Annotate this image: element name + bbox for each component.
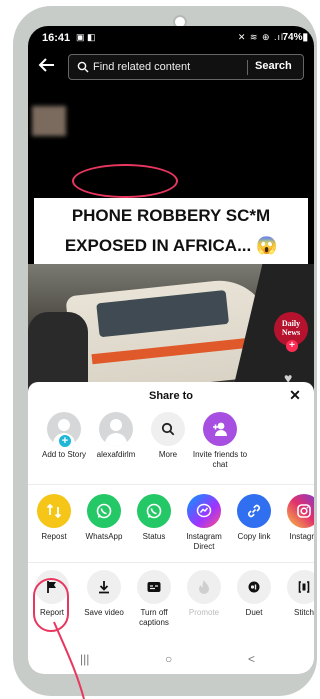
divider <box>28 562 314 563</box>
flame-icon <box>187 570 221 604</box>
logo-text-daily: Daily <box>281 319 301 328</box>
signal-icons: ✕ ≋ ⊕ .ıl <box>237 32 284 42</box>
share-item-label: Copy link <box>237 532 271 541</box>
share-item-label: More <box>158 450 178 459</box>
share-item-label: Instagra <box>289 532 314 541</box>
notification-icons: ▣ ◧ <box>76 32 96 42</box>
share-item-promote[interactable]: Promote <box>176 570 232 618</box>
bus-stripe <box>91 337 252 365</box>
blurred-face <box>32 106 66 136</box>
plus-badge-icon: + <box>58 434 72 448</box>
share-item-invite[interactable]: Invite friends to chat <box>192 412 248 469</box>
share-sheet-title: Share to <box>148 390 193 402</box>
share-item-instagram[interactable]: Instagra <box>276 494 314 542</box>
whatsapp-status-icon <box>137 494 171 528</box>
annotation-ellipse <box>72 164 178 198</box>
share-item-label: Duet <box>245 608 263 617</box>
video-title-line-1: PHONE ROBBERY SC*M <box>71 206 271 225</box>
repost-icon <box>37 494 71 528</box>
captions-icon <box>137 570 171 604</box>
avatar-icon <box>99 412 133 446</box>
share-item-label: Turn off captions <box>139 608 169 627</box>
share-item-label: Save video <box>84 608 124 617</box>
share-item-duet[interactable]: Duet <box>226 570 282 618</box>
search-icon <box>151 412 185 446</box>
system-nav-bar: ||| ○ < <box>28 648 314 674</box>
search-icon <box>77 61 89 73</box>
back-button[interactable]: < <box>248 652 255 666</box>
share-item-label: Stitch <box>293 608 314 617</box>
phone-screen: 16:41 ▣ ◧ ✕ ≋ ⊕ .ıl 74%▮ Search PHONE RO… <box>28 26 314 674</box>
search-input[interactable] <box>93 58 243 76</box>
video-title-overlay: PHONE ROBBERY SC*M EXPOSED IN AFRICA... … <box>34 198 308 264</box>
share-item-label: Status <box>142 532 166 541</box>
share-item-copy-link[interactable]: Copy link <box>226 494 282 542</box>
battery-level: 74%▮ <box>282 32 308 43</box>
annotation-circle <box>33 578 69 632</box>
messenger-icon <box>187 494 221 528</box>
share-item-contact[interactable]: alexafdirlm <box>88 412 144 460</box>
recents-button[interactable]: ||| <box>80 652 89 666</box>
share-item-label: alexafdirlm <box>96 450 136 459</box>
share-item-instagram-direct[interactable]: Instagram Direct <box>176 494 232 551</box>
search-button[interactable]: Search <box>255 60 292 72</box>
download-icon <box>87 570 121 604</box>
stitch-icon <box>287 570 314 604</box>
share-item-label: Add to Story <box>41 450 87 459</box>
status-time: 16:41 <box>42 32 71 44</box>
share-item-label: Promote <box>188 608 220 617</box>
logo-text-news: News <box>281 328 301 337</box>
video-title-line-2: EXPOSED IN AFRICA... 😱 <box>64 236 278 255</box>
share-item-label: Invite friends to chat <box>192 450 248 469</box>
share-item-captions[interactable]: Turn off captions <box>126 570 182 627</box>
share-item-more[interactable]: More <box>140 412 196 460</box>
add-friend-icon <box>203 412 237 446</box>
follow-button[interactable]: + <box>286 340 298 352</box>
bus-window <box>96 289 230 338</box>
share-item-label: WhatsApp <box>85 532 123 541</box>
home-button[interactable]: ○ <box>165 652 172 666</box>
whatsapp-icon <box>87 494 121 528</box>
duet-icon <box>237 570 271 604</box>
link-icon <box>237 494 271 528</box>
share-sheet: Share to ✕ + Add to Story alexafdirlm Mo… <box>28 382 314 674</box>
share-item-status[interactable]: Status <box>126 494 182 542</box>
search-bar: Search <box>68 54 304 80</box>
share-item-label: Repost <box>41 532 67 541</box>
close-icon[interactable]: ✕ <box>286 386 304 404</box>
search-divider <box>247 60 248 75</box>
back-arrow-icon[interactable] <box>38 56 60 78</box>
divider <box>28 484 314 485</box>
share-item-stitch[interactable]: Stitch <box>276 570 314 618</box>
share-item-label: Instagram Direct <box>186 532 222 551</box>
status-bar: 16:41 ▣ ◧ ✕ ≋ ⊕ .ıl 74%▮ <box>28 26 314 50</box>
share-item-whatsapp[interactable]: WhatsApp <box>76 494 132 542</box>
instagram-icon <box>287 494 314 528</box>
share-item-repost[interactable]: Repost <box>28 494 82 542</box>
share-item-add-to-story[interactable]: + Add to Story <box>36 412 92 460</box>
share-item-save-video[interactable]: Save video <box>76 570 132 618</box>
